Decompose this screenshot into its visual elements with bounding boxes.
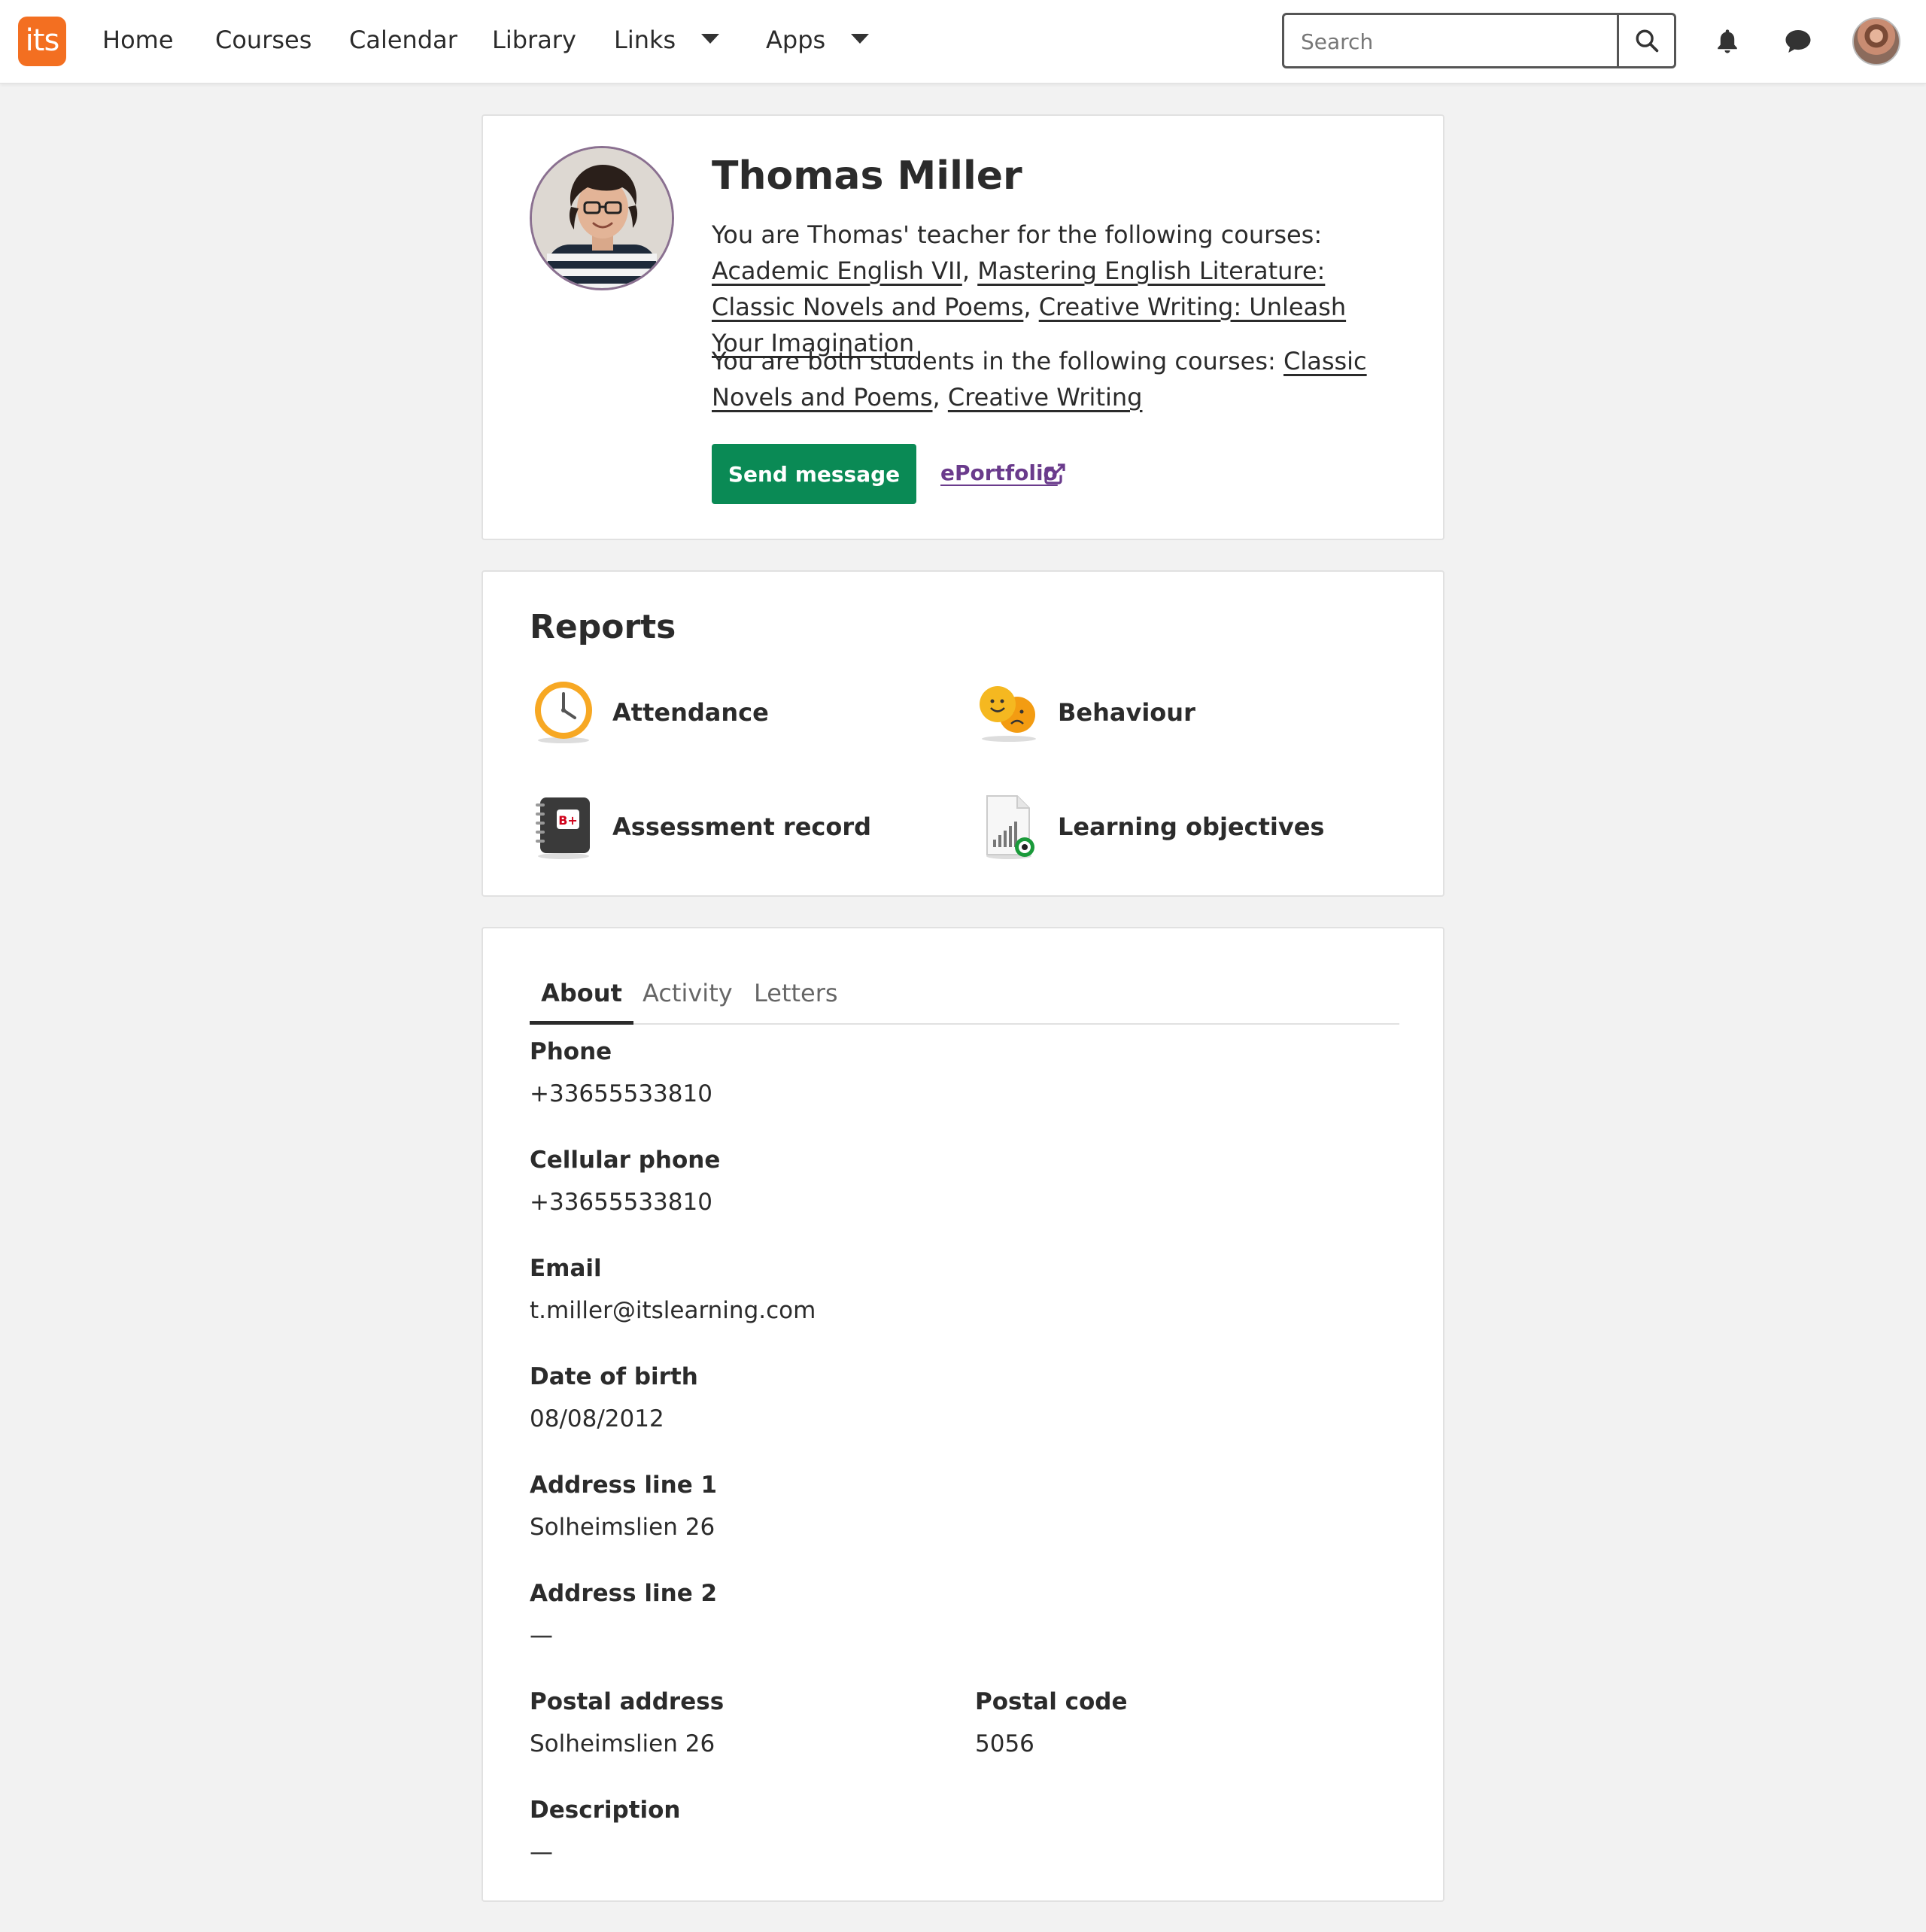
clock-icon (535, 682, 592, 743)
nav-apps-dropdown[interactable]: Apps (766, 26, 870, 54)
shared-courses-intro: You are both students in the following c… (712, 347, 1283, 375)
reports-title: Reports (530, 608, 676, 646)
report-behaviour[interactable]: Behaviour (975, 679, 1351, 746)
eportfolio-link[interactable]: ePortfolio (940, 460, 1058, 485)
search-box (1282, 13, 1676, 68)
profile-photo (530, 146, 674, 290)
bell-icon (1718, 29, 1737, 53)
objectives-chart-icon (986, 795, 1034, 859)
postal-code-label: Postal code (975, 1688, 1128, 1715)
date-of-birth-value: 08/08/2012 (530, 1405, 664, 1432)
report-label: Behaviour (1058, 698, 1195, 727)
profile-name: Thomas Miller (712, 153, 1022, 199)
teacher-courses-text: You are Thomas' teacher for the followin… (712, 217, 1389, 361)
details-card: About Activity Letters Phone +3365553381… (482, 927, 1444, 1902)
notifications-button[interactable] (1705, 19, 1750, 64)
user-avatar[interactable] (1852, 17, 1900, 65)
nav-links-dropdown[interactable]: Links (614, 26, 720, 54)
nav-courses[interactable]: Courses (215, 26, 311, 54)
postal-address-value: Solheimslien 26 (530, 1730, 715, 1757)
email-value: t.miller@itslearning.com (530, 1297, 816, 1324)
svg-text:B+: B+ (558, 813, 578, 828)
smiley-faces-icon (980, 686, 1036, 742)
separator: , (961, 257, 978, 285)
search-icon (1636, 29, 1658, 53)
search-button[interactable] (1617, 15, 1674, 66)
description-label: Description (530, 1797, 681, 1824)
reports-card: Reports Attendance Behaviour B+ Assessme… (482, 570, 1444, 897)
date-of-birth-label: Date of birth (530, 1363, 698, 1390)
separator: , (1023, 293, 1039, 321)
report-attendance[interactable]: Attendance (530, 679, 906, 746)
phone-label: Phone (530, 1038, 612, 1065)
separator: , (932, 383, 948, 412)
course-link[interactable]: Academic English VII (712, 257, 962, 285)
cellular-phone-value: +33655533810 (530, 1189, 712, 1216)
address-line-2-label: Address line 2 (530, 1580, 718, 1607)
description-value: — (530, 1839, 553, 1866)
gradebook-icon: B+ (536, 797, 590, 859)
tab-about[interactable]: About (530, 951, 633, 1025)
cellular-phone-label: Cellular phone (530, 1147, 721, 1174)
address-line-2-value: — (530, 1622, 553, 1649)
postal-address-label: Postal address (530, 1688, 725, 1715)
search-input[interactable] (1299, 15, 1618, 68)
nav-calendar[interactable]: Calendar (349, 26, 457, 54)
profile-card: Thomas Miller You are Thomas' teacher fo… (482, 114, 1444, 540)
report-learning-objectives[interactable]: Learning objectives (975, 793, 1351, 861)
report-label: Attendance (612, 698, 769, 727)
report-assessment-record[interactable]: B+ Assessment record (530, 793, 906, 861)
phone-value: +33655533810 (530, 1080, 712, 1107)
top-navigation-bar: its Home Courses Calendar Library Links … (0, 0, 1926, 84)
tab-bar: About Activity Letters (530, 951, 1399, 1025)
messages-button[interactable] (1776, 19, 1821, 64)
nav-library[interactable]: Library (492, 26, 576, 54)
nav-home[interactable]: Home (102, 26, 174, 54)
report-label: Learning objectives (1058, 813, 1325, 841)
external-link-icon (1044, 463, 1065, 485)
itslearning-logo[interactable]: its (18, 17, 66, 66)
report-label: Assessment record (612, 813, 872, 841)
nav-links-label: Links (614, 26, 676, 54)
nav-apps-label: Apps (766, 26, 826, 54)
course-link[interactable]: Creative Writing (948, 383, 1143, 412)
teacher-courses-intro: You are Thomas' teacher for the followin… (712, 220, 1323, 249)
email-label: Email (530, 1255, 602, 1282)
shared-courses-text: You are both students in the following c… (712, 343, 1389, 415)
chevron-down-icon (851, 33, 870, 44)
address-line-1-label: Address line 1 (530, 1472, 718, 1499)
postal-code-value: 5056 (975, 1730, 1034, 1757)
address-line-1-value: Solheimslien 26 (530, 1514, 715, 1541)
chevron-down-icon (701, 33, 720, 44)
send-message-button[interactable]: Send message (712, 444, 916, 504)
tab-letters[interactable]: Letters (754, 951, 838, 1020)
tab-activity[interactable]: Activity (643, 951, 733, 1020)
chat-bubble-icon (1785, 30, 1811, 53)
